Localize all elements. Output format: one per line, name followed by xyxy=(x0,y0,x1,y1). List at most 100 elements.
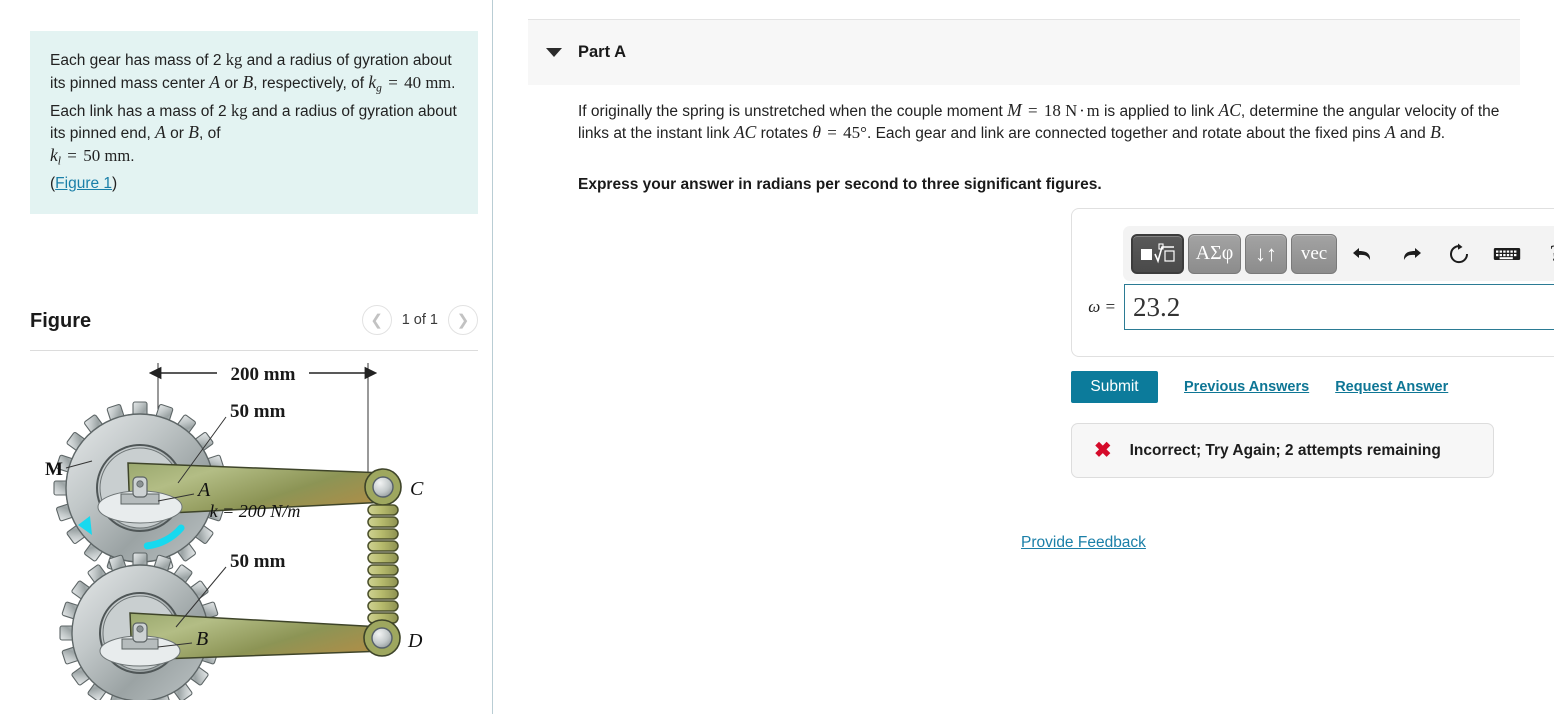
symbol-M: M xyxy=(1007,100,1022,120)
action-row: Submit Previous Answers Request Answer xyxy=(1071,371,1448,403)
gear-link-spring-diagram: 200 mm M 50 mm A C k = 200 N/m 50 mm B D xyxy=(45,362,424,714)
unit-mm-1: mm xyxy=(425,72,452,92)
spring xyxy=(367,504,399,624)
variable-A2: A xyxy=(155,122,166,143)
spring-label: k = 200 N/m xyxy=(210,501,301,521)
q-equals-2: = xyxy=(827,123,837,142)
help-label: ? xyxy=(1550,241,1554,267)
q-seg6: . xyxy=(1440,125,1446,142)
label-B: B xyxy=(196,628,208,650)
problem-text-line2b: , respectively, of xyxy=(253,74,365,92)
undo-button[interactable] xyxy=(1341,235,1385,273)
math-toolbar: ΑΣφ ↓↑ vec xyxy=(1123,226,1554,281)
q-seg2: is applied to link xyxy=(1103,103,1215,120)
x-mark-icon: ✖ xyxy=(1094,439,1112,462)
answer-container: ΑΣφ ↓↑ vec ω = 23.2 xyxy=(1071,208,1554,357)
value-40: 40 xyxy=(404,72,422,92)
keyboard-button[interactable] xyxy=(1485,235,1529,273)
q-seg5: . Each gear and link are connected toget… xyxy=(866,125,1381,142)
label-D: D xyxy=(407,630,423,652)
request-answer-link[interactable]: Request Answer xyxy=(1335,379,1448,395)
dimension-50mm-bottom: 50 mm xyxy=(230,551,286,572)
variable-A: A xyxy=(209,71,221,92)
question-statement: If originally the spring is unstretched … xyxy=(578,100,1523,144)
part-a-header[interactable]: Part A xyxy=(528,19,1520,85)
label-A: A xyxy=(196,479,211,501)
sqrt-template-icon xyxy=(1140,242,1175,263)
unit-m: m xyxy=(1086,101,1100,120)
variable-B: B xyxy=(242,71,254,92)
figure-link-paren-close: ) xyxy=(112,174,118,192)
value-18: 18 xyxy=(1043,101,1061,120)
q-and: and xyxy=(1399,125,1426,142)
unit-kg: kg xyxy=(225,50,243,69)
label-M: M xyxy=(45,459,63,480)
unit-mm-2: mm xyxy=(104,145,131,165)
redo-icon xyxy=(1403,247,1421,260)
right-panel: Part A If originally the spring is unstr… xyxy=(493,0,1554,714)
keyboard-icon xyxy=(1493,247,1521,260)
vector-button[interactable]: vec xyxy=(1291,233,1337,274)
value-50: 50 xyxy=(83,145,101,165)
symbol-kg: kg xyxy=(368,71,382,95)
refresh-icon xyxy=(1450,243,1469,263)
feedback-message: Incorrect; Try Again; 2 attempts remaini… xyxy=(1129,441,1441,459)
vector-label: vec xyxy=(1300,242,1328,264)
problem-text-line4-end: , of xyxy=(198,125,221,143)
part-title: Part A xyxy=(578,43,626,61)
symbol-kl: kl xyxy=(50,144,61,168)
conj-or-2: or xyxy=(170,125,184,143)
figure-diagram[interactable]: 200 mm M 50 mm A C k = 200 N/m 50 mm B D xyxy=(30,355,478,714)
figure-header: Figure ❮ 1 of 1 ❯ xyxy=(30,305,478,351)
problem-text-line1a: Each gear has mass of 2 xyxy=(50,52,222,69)
symbol-A: A xyxy=(1384,122,1396,142)
variable-B2: B xyxy=(188,122,199,143)
symbol-AC-2: AC xyxy=(733,122,757,142)
problem-statement: Each gear has mass of 2 kg and a radius … xyxy=(30,31,478,215)
figure-navigation: ❮ 1 of 1 ❯ xyxy=(361,305,478,335)
q-equals: = xyxy=(1027,101,1038,120)
label-C: C xyxy=(410,478,424,500)
feedback-banner: ✖ Incorrect; Try Again; 2 attempts remai… xyxy=(1071,423,1494,478)
express-instruction: Express your answer in radians per secon… xyxy=(578,176,1102,193)
page-root: Each gear has mass of 2 kg and a radius … xyxy=(0,0,1554,714)
caret-down-icon[interactable] xyxy=(546,48,562,57)
symbol-AC: AC xyxy=(1218,100,1241,120)
provide-feedback-link[interactable]: Provide Feedback xyxy=(1021,534,1146,552)
value-45deg: 45° xyxy=(843,123,867,142)
chevron-left-icon[interactable]: ❮ xyxy=(361,305,392,335)
arrows-label: ↓↑ xyxy=(1255,240,1277,266)
conj-or-1: or xyxy=(224,74,239,92)
arrows-button[interactable]: ↓↑ xyxy=(1245,233,1287,274)
greek-letters-button[interactable]: ΑΣφ xyxy=(1188,233,1241,274)
answer-variable-label: ω = xyxy=(1088,297,1116,316)
left-panel: Each gear has mass of 2 kg and a radius … xyxy=(0,0,493,714)
submit-button[interactable]: Submit xyxy=(1071,371,1158,403)
dot-operator: · xyxy=(1079,101,1085,120)
help-button[interactable]: ? xyxy=(1533,235,1554,273)
symbol-theta: θ xyxy=(812,122,821,142)
dimension-50mm-top: 50 mm xyxy=(230,401,286,422)
reset-button[interactable] xyxy=(1437,235,1481,273)
answer-row: ω = 23.2 rad/s xyxy=(1072,284,1554,330)
greek-letters-label: ΑΣφ xyxy=(1195,242,1234,264)
undo-icon xyxy=(1353,247,1371,260)
symbol-B: B xyxy=(1430,122,1441,142)
problem-text-line3c: and a radius xyxy=(251,102,338,120)
dimension-200mm: 200 mm xyxy=(231,364,296,385)
figure-count-label: 1 of 1 xyxy=(401,312,438,328)
figure-title: Figure xyxy=(30,310,92,332)
chevron-right-icon[interactable]: ❯ xyxy=(448,305,478,335)
q-seg1: If originally the spring is unstretched … xyxy=(578,103,1003,120)
previous-answers-link[interactable]: Previous Answers xyxy=(1184,379,1309,395)
math-template-button[interactable] xyxy=(1131,233,1184,274)
redo-button[interactable] xyxy=(1389,235,1433,273)
answer-input[interactable]: 23.2 xyxy=(1124,284,1554,330)
unit-kg-2: kg xyxy=(230,100,248,120)
problem-text-line1b: and a radius of gyration xyxy=(246,52,409,69)
q-seg4: rotates xyxy=(760,125,809,142)
equals-2: = xyxy=(67,145,77,165)
unit-N: N xyxy=(1065,101,1078,120)
figure-1-link[interactable]: Figure 1 xyxy=(55,175,112,192)
equals-1: = xyxy=(388,72,398,92)
